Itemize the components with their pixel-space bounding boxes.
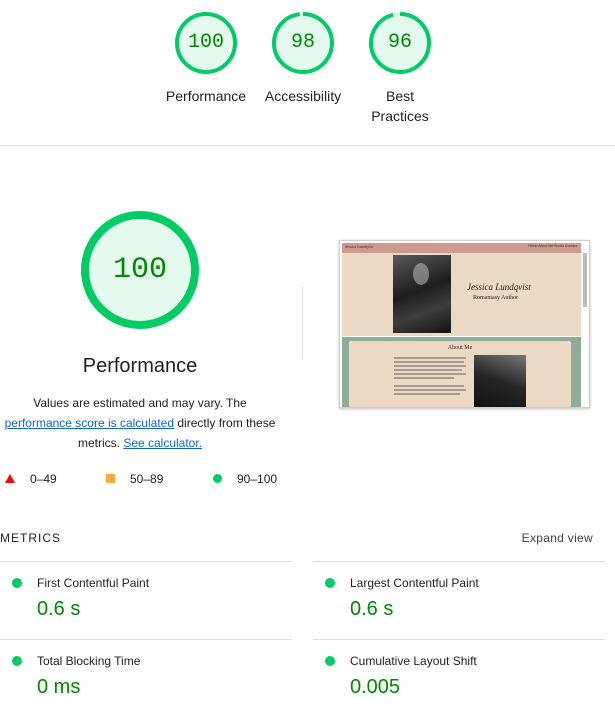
performance-score-value: 100 bbox=[187, 31, 224, 54]
final-screenshot-thumbnail[interactable]: Jessica Lundqvist Home About Me Books Co… bbox=[339, 240, 590, 408]
legend-fail: 0–49 bbox=[5, 471, 75, 487]
average-square-icon bbox=[106, 474, 115, 483]
performance-score-gauge[interactable]: 100 bbox=[173, 10, 239, 76]
thumb-author-name: Jessica Lundqvist bbox=[467, 282, 531, 292]
desc-text-1: Values are estimated and may vary. The bbox=[33, 396, 247, 410]
thumb-about-section: About Me bbox=[342, 337, 581, 407]
best-practices-label-line2: Practices bbox=[371, 108, 429, 124]
legend-average-label: 50–89 bbox=[130, 472, 164, 486]
thumb-author-subtitle: Romantasy Author bbox=[473, 295, 519, 301]
thumb-scrollbar bbox=[583, 253, 587, 307]
thumb-text-line bbox=[394, 393, 460, 395]
best-practices-score-value: 96 bbox=[387, 31, 412, 54]
thumb-nav-title: Jessica Lundqvist bbox=[345, 244, 374, 249]
thumb-text-line bbox=[394, 389, 466, 391]
best-practices-label-line1: Best bbox=[385, 88, 414, 104]
thumb-author-photo bbox=[393, 255, 451, 333]
metric-value-tbt: 0 ms bbox=[37, 676, 81, 698]
legend-pass: 90–100 bbox=[213, 471, 293, 487]
performance-title: Performance bbox=[82, 355, 198, 377]
thumb-text-line bbox=[394, 361, 464, 363]
desc-text-2: directly from these bbox=[177, 416, 276, 430]
thumb-text-line bbox=[394, 369, 462, 371]
thumb-text-line bbox=[394, 357, 466, 359]
section-vertical-divider bbox=[302, 287, 303, 359]
pass-circle-icon bbox=[325, 656, 335, 666]
see-calculator-link[interactable]: See calculator. bbox=[123, 436, 202, 450]
expand-view-toggle[interactable]: Expand view bbox=[522, 531, 593, 545]
thumb-nav-links: Home About Me Books Contact bbox=[528, 244, 577, 248]
metric-label-cls: Cumulative Layout Shift bbox=[350, 654, 477, 668]
accessibility-score-value: 98 bbox=[290, 31, 315, 54]
metrics-divider bbox=[0, 639, 292, 640]
metric-label-lcp: Largest Contentful Paint bbox=[350, 576, 479, 590]
thumb-nav-bar: Jessica Lundqvist Home About Me Books Co… bbox=[342, 243, 581, 253]
performance-score-label[interactable]: Performance bbox=[151, 86, 261, 106]
performance-main-gauge: 100 bbox=[80, 210, 200, 330]
legend-pass-label: 90–100 bbox=[237, 472, 278, 486]
thumb-hero: Jessica Lundqvist Romantasy Author bbox=[342, 253, 581, 336]
metric-value-fcp: 0.6 s bbox=[37, 598, 81, 620]
thumb-about-card: About Me bbox=[349, 341, 571, 407]
thumb-text-line bbox=[394, 373, 466, 375]
performance-description: Values are estimated and may vary. The p… bbox=[0, 393, 280, 453]
thumb-text-line bbox=[394, 385, 464, 387]
legend-average: 50–89 bbox=[106, 471, 176, 487]
thumb-text-line bbox=[394, 377, 454, 379]
pass-circle-icon bbox=[12, 578, 22, 588]
metrics-divider bbox=[0, 561, 292, 562]
desc-text-3: metrics. bbox=[77, 436, 120, 450]
best-practices-score-gauge[interactable]: 96 bbox=[367, 10, 433, 76]
pass-circle-icon bbox=[213, 474, 222, 483]
thumb-about-photo bbox=[474, 355, 526, 407]
header-divider bbox=[0, 145, 615, 146]
metrics-divider bbox=[313, 639, 605, 640]
metrics-heading: METRICS bbox=[0, 531, 61, 545]
metric-label-fcp: First Contentful Paint bbox=[37, 576, 150, 590]
pass-circle-icon bbox=[12, 656, 22, 666]
fail-triangle-icon bbox=[5, 474, 15, 483]
metric-label-tbt: Total Blocking Time bbox=[37, 654, 141, 668]
accessibility-score-label[interactable]: Accessibility bbox=[248, 86, 358, 106]
pass-circle-icon bbox=[325, 578, 335, 588]
thumb-about-title: About Me bbox=[447, 345, 473, 351]
metric-value-cls: 0.005 bbox=[350, 676, 401, 698]
best-practices-score-label[interactable]: Best Practices bbox=[345, 86, 455, 126]
performance-score-link[interactable]: performance score is calculated bbox=[5, 416, 174, 430]
accessibility-score-gauge[interactable]: 98 bbox=[270, 10, 336, 76]
legend-fail-label: 0–49 bbox=[30, 472, 57, 486]
metric-value-lcp: 0.6 s bbox=[350, 598, 394, 620]
thumb-text-line bbox=[394, 365, 466, 367]
performance-main-score: 100 bbox=[112, 253, 167, 287]
metrics-divider bbox=[313, 561, 605, 562]
